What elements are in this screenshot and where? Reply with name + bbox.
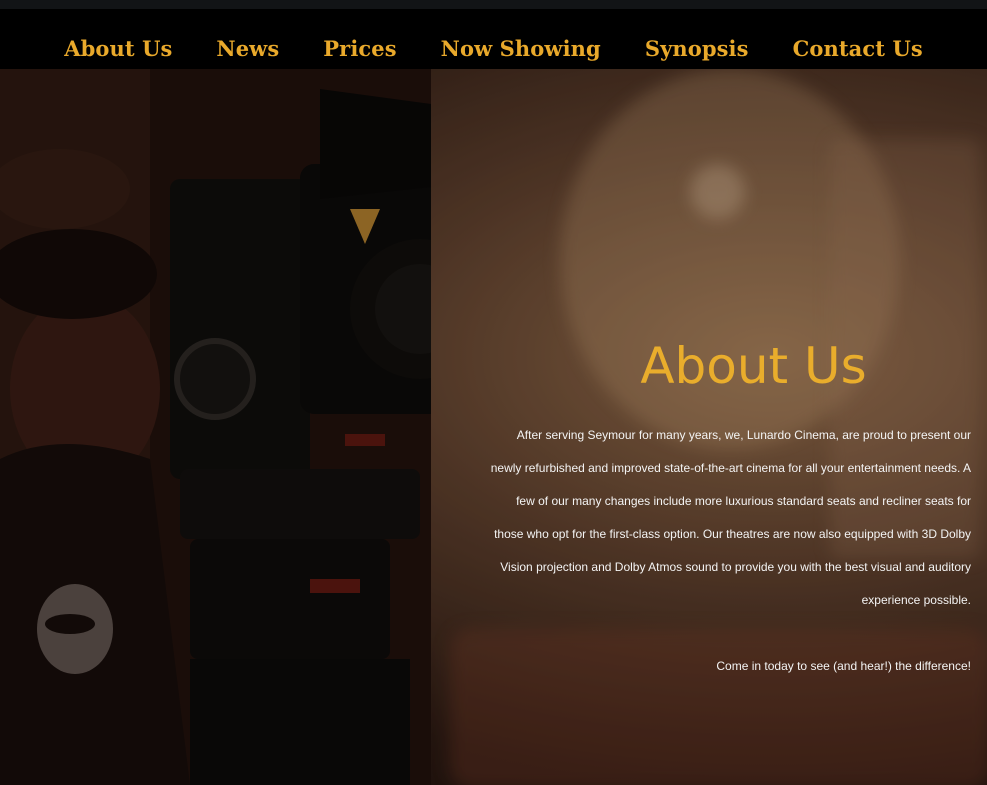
nav-link-about-us[interactable]: About Us [64, 36, 172, 61]
about-section: About Us After serving Seymour for many … [490, 337, 971, 683]
nav-link-now-showing[interactable]: Now Showing [441, 36, 601, 61]
nav-link-prices[interactable]: Prices [323, 36, 396, 61]
about-title: About Us [640, 337, 867, 395]
about-cta: Come in today to see (and hear!) the dif… [716, 659, 971, 673]
nav-link-contact-us[interactable]: Contact Us [793, 36, 923, 61]
about-body: After serving Seymour for many years, we… [490, 428, 971, 607]
hero-background: About Us After serving Seymour for many … [0, 69, 987, 785]
top-navigation-bar: About Us News Prices Now Showing Synopsi… [0, 0, 987, 69]
nav-link-news[interactable]: News [216, 36, 279, 61]
nav-link-synopsis[interactable]: Synopsis [645, 36, 749, 61]
left-dark-overlay [0, 69, 431, 785]
